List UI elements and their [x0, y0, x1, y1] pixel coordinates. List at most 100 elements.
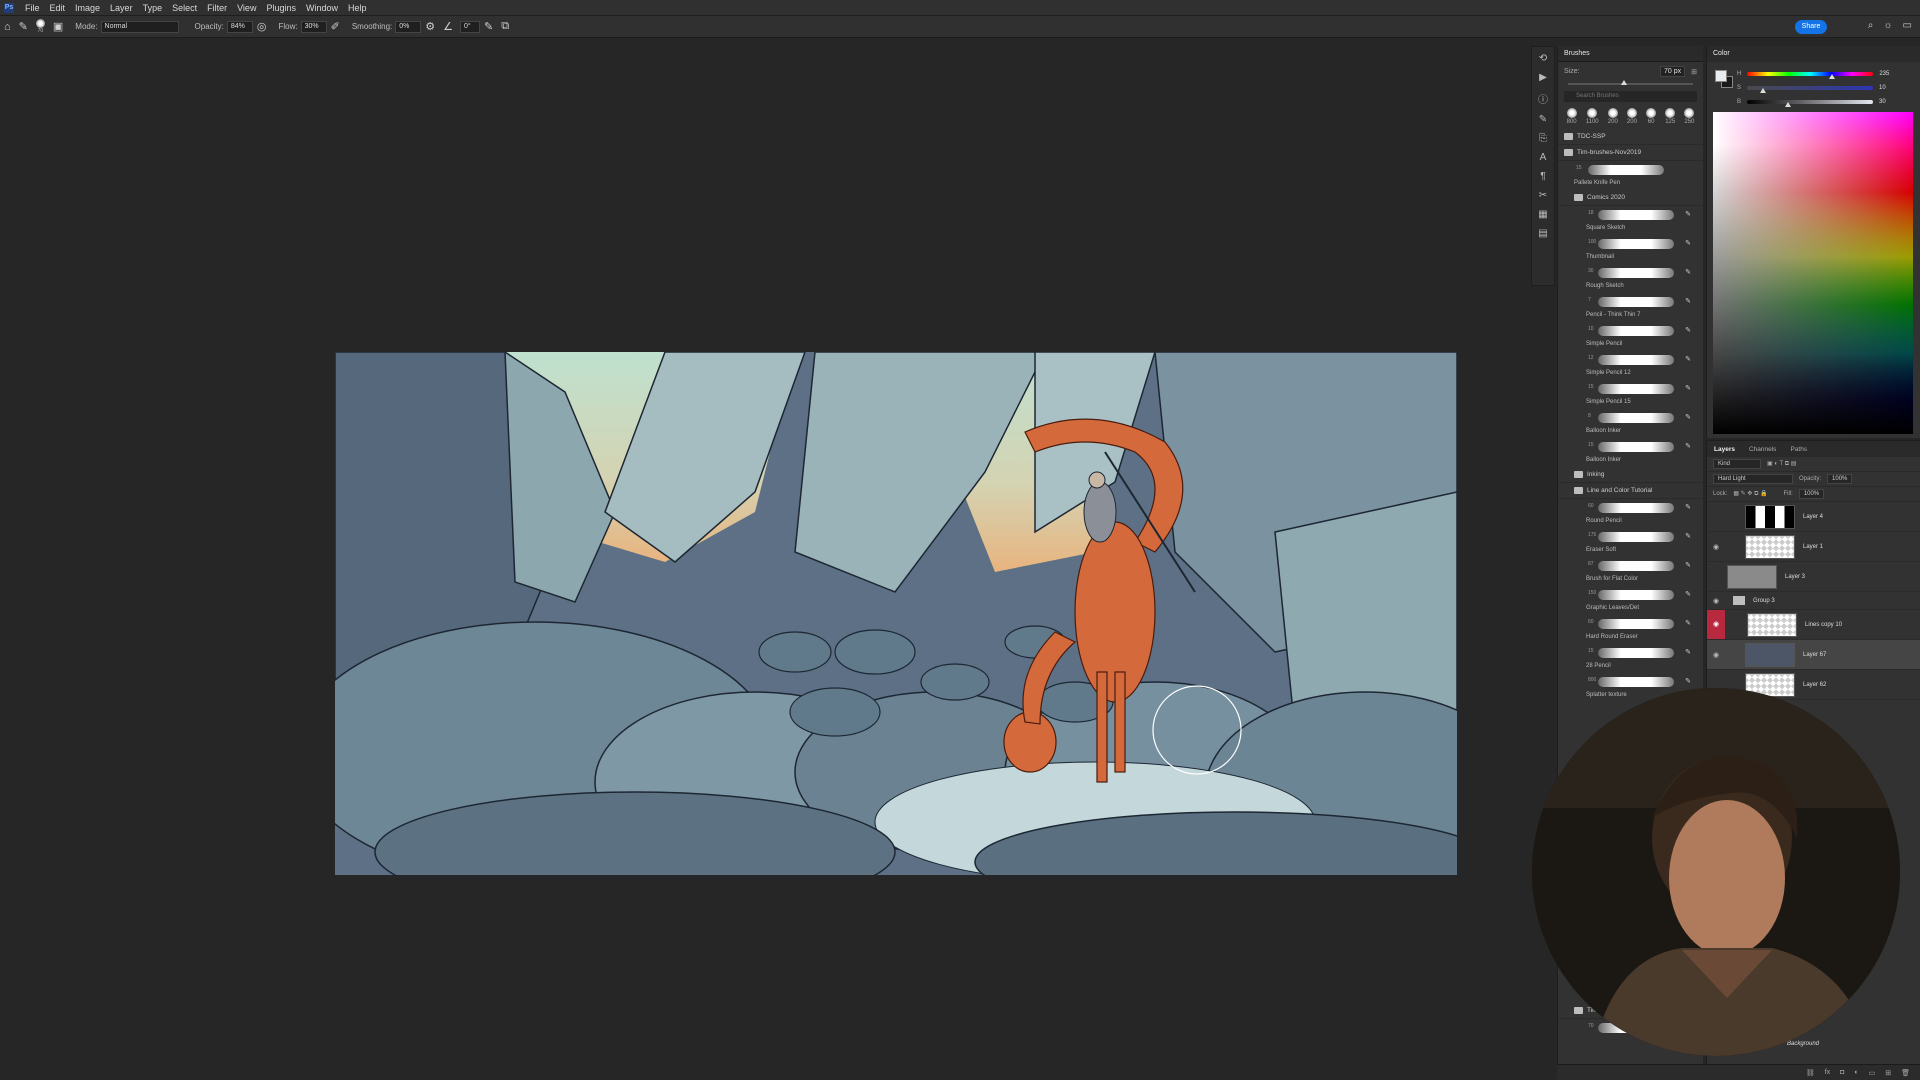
clone-source-icon[interactable]: ⎘ [1539, 133, 1547, 144]
lock-icons[interactable]: ▦ ✎ ✥ ⧉ 🔒 [1733, 490, 1767, 498]
brush-item[interactable]: 10 ✎ Simple Pencil [1558, 322, 1703, 351]
brush-item[interactable]: 12 ✎ Simple Pencil 12 [1558, 351, 1703, 380]
brush-edit-icon[interactable]: ✎ [1685, 210, 1691, 218]
eye-icon[interactable]: ◉ [1707, 651, 1725, 659]
document-canvas[interactable] [335, 352, 1457, 875]
brush-item[interactable]: 87 ✎ Brush for Flat Color [1558, 557, 1703, 586]
menu-plugins[interactable]: Plugins [261, 3, 301, 13]
layer-row[interactable]: ◉ Layer 1 [1707, 532, 1920, 562]
brush-edit-icon[interactable]: ✎ [1685, 648, 1691, 656]
pressure-size-icon[interactable]: ✎ [484, 20, 493, 33]
background-layer-name[interactable]: Background [1787, 1041, 1819, 1047]
layer-row[interactable]: ◉ Lines copy 10 [1707, 610, 1920, 640]
mode-select[interactable]: Normal [100, 20, 179, 33]
brush-folder-line-color[interactable]: Line and Color Tutorial [1558, 483, 1703, 499]
fill-field[interactable]: 100% [1798, 489, 1825, 499]
menu-help[interactable]: Help [343, 3, 372, 13]
brush-folder-inking[interactable]: Inking [1558, 467, 1703, 483]
brush-preset-picker[interactable]: 70 [35, 19, 45, 34]
brush-tool-icon[interactable]: ✎ [19, 20, 28, 33]
layer-row[interactable]: Layer 3 [1707, 562, 1920, 592]
brush-size-slider[interactable] [1568, 80, 1693, 85]
filter-icons[interactable]: ▣ ◐ T ⧉ ▤ [1767, 460, 1796, 468]
menu-layer[interactable]: Layer [105, 3, 138, 13]
layer-row-selected[interactable]: ◉ Layer 67 [1707, 640, 1920, 670]
brush-edit-icon[interactable]: ✎ [1685, 590, 1691, 598]
brush-folder-tdc[interactable]: TDC-SSP [1558, 129, 1703, 145]
preset-brush[interactable]: 800 [1566, 108, 1577, 125]
actions-play-icon[interactable]: ▶ [1539, 72, 1547, 83]
photoshop-logo-icon[interactable]: Ps [4, 2, 14, 13]
brush-item[interactable]: 60 ✎ Round Pencil [1558, 499, 1703, 528]
opacity-field[interactable]: 84% [226, 20, 253, 33]
gear-icon[interactable]: ⚙ [425, 20, 435, 33]
preset-brush[interactable]: 125 [1665, 108, 1675, 125]
character-icon[interactable]: A [1540, 152, 1547, 163]
hue-slider[interactable] [1747, 71, 1874, 79]
brush-size-field[interactable]: 70 px [1660, 66, 1686, 77]
search-icon[interactable]: ⌕ [1868, 20, 1874, 31]
trash-icon[interactable]: 🗑 [1901, 1069, 1910, 1077]
angle-field[interactable]: 0° [460, 20, 481, 33]
layer-opacity-field[interactable]: 100% [1827, 474, 1853, 484]
brush-item[interactable]: 60 ✎ Hard Round Eraser [1558, 615, 1703, 644]
tab-layers[interactable]: Layers [1707, 446, 1742, 453]
new-group-icon[interactable]: ▭ [1869, 1069, 1876, 1077]
brush-edit-icon[interactable]: ✎ [1685, 619, 1691, 627]
brush-item[interactable]: 15 ✎ Simple Pencil 15 [1558, 380, 1703, 409]
smoothing-field[interactable]: 0% [395, 20, 422, 33]
menu-window[interactable]: Window [301, 3, 343, 13]
brush-edit-icon[interactable]: ✎ [1685, 384, 1691, 392]
brush-edit-icon[interactable]: ✎ [1685, 297, 1691, 305]
adjustment-icon[interactable]: ◐ [1854, 1069, 1858, 1076]
color-panel-title[interactable]: Color [1707, 46, 1920, 62]
menu-image[interactable]: Image [70, 3, 105, 13]
tab-paths[interactable]: Paths [1783, 446, 1814, 453]
pressure-opacity-icon[interactable]: ◎ [257, 20, 267, 33]
brush-edit-icon[interactable]: ✎ [1685, 239, 1691, 247]
brush-edit-icon[interactable]: ✎ [1685, 326, 1691, 334]
brush-item[interactable]: 175 ✎ Eraser Soft [1558, 528, 1703, 557]
airbrush-icon[interactable]: ✐ [331, 20, 340, 33]
brush-item[interactable]: 15 Pallete Knife Pen [1558, 161, 1703, 190]
brushes-panel-title[interactable]: Brushes [1558, 46, 1703, 62]
info-icon[interactable]: ⓘ [1538, 91, 1548, 106]
menu-filter[interactable]: Filter [202, 3, 232, 13]
brush-search-input[interactable]: Search Brushes [1564, 91, 1697, 102]
brush-edit-icon[interactable]: ✎ [1685, 532, 1691, 540]
menu-file[interactable]: File [20, 3, 45, 13]
menu-type[interactable]: Type [138, 3, 168, 13]
preset-brush[interactable]: 200 [1626, 108, 1637, 125]
brush-edit-icon[interactable]: ✎ [1685, 561, 1691, 569]
brightness-slider-knob[interactable] [1784, 101, 1791, 107]
brush-edit-icon[interactable]: ✎ [1685, 355, 1691, 363]
paragraph-icon[interactable]: ¶ [1540, 171, 1545, 182]
tab-channels[interactable]: Channels [1742, 446, 1783, 453]
workspace-icon[interactable]: ▭ [1903, 20, 1912, 31]
new-brush-icon[interactable]: ⊞ [1691, 68, 1697, 76]
saturation-value[interactable]: 10 [1879, 85, 1886, 91]
brush-edit-icon[interactable]: ✎ [1685, 677, 1691, 685]
layer-kind-filter[interactable]: Kind [1713, 459, 1761, 469]
preset-brush[interactable]: 200 [1607, 108, 1618, 125]
menu-view[interactable]: View [232, 3, 261, 13]
brush-edit-icon[interactable]: ✎ [1685, 413, 1691, 421]
fx-icon[interactable]: fx [1825, 1069, 1830, 1076]
foreground-color-swatch[interactable] [1715, 70, 1727, 82]
brush-folder-comics[interactable]: Comics 2020 [1558, 190, 1703, 206]
libraries-icon[interactable]: ▦ [1538, 209, 1547, 220]
layer-group-row[interactable]: ◉ Group 3 [1707, 592, 1920, 610]
discover-icon[interactable]: ☼ [1883, 20, 1892, 31]
fg-bg-swatches[interactable] [1715, 70, 1733, 88]
brush-item[interactable]: 7 ✎ Pencil - Think Thin 7 [1558, 293, 1703, 322]
preset-brush[interactable]: 250 [1684, 108, 1694, 125]
saturation-slider-knob[interactable] [1759, 87, 1766, 93]
brightness-slider[interactable] [1747, 99, 1874, 107]
flow-field[interactable]: 30% [300, 20, 327, 33]
eye-icon[interactable]: ◉ [1707, 610, 1725, 639]
preset-brush[interactable]: 60 [1646, 108, 1657, 125]
brush-item[interactable]: 18 ✎ Square Sketch [1558, 206, 1703, 235]
brush-item[interactable]: 15 ✎ Balloon Inker [1558, 438, 1703, 467]
hue-slider-knob[interactable] [1829, 73, 1836, 79]
brush-item[interactable]: 150 ✎ Graphic Leaves/Det [1558, 586, 1703, 615]
